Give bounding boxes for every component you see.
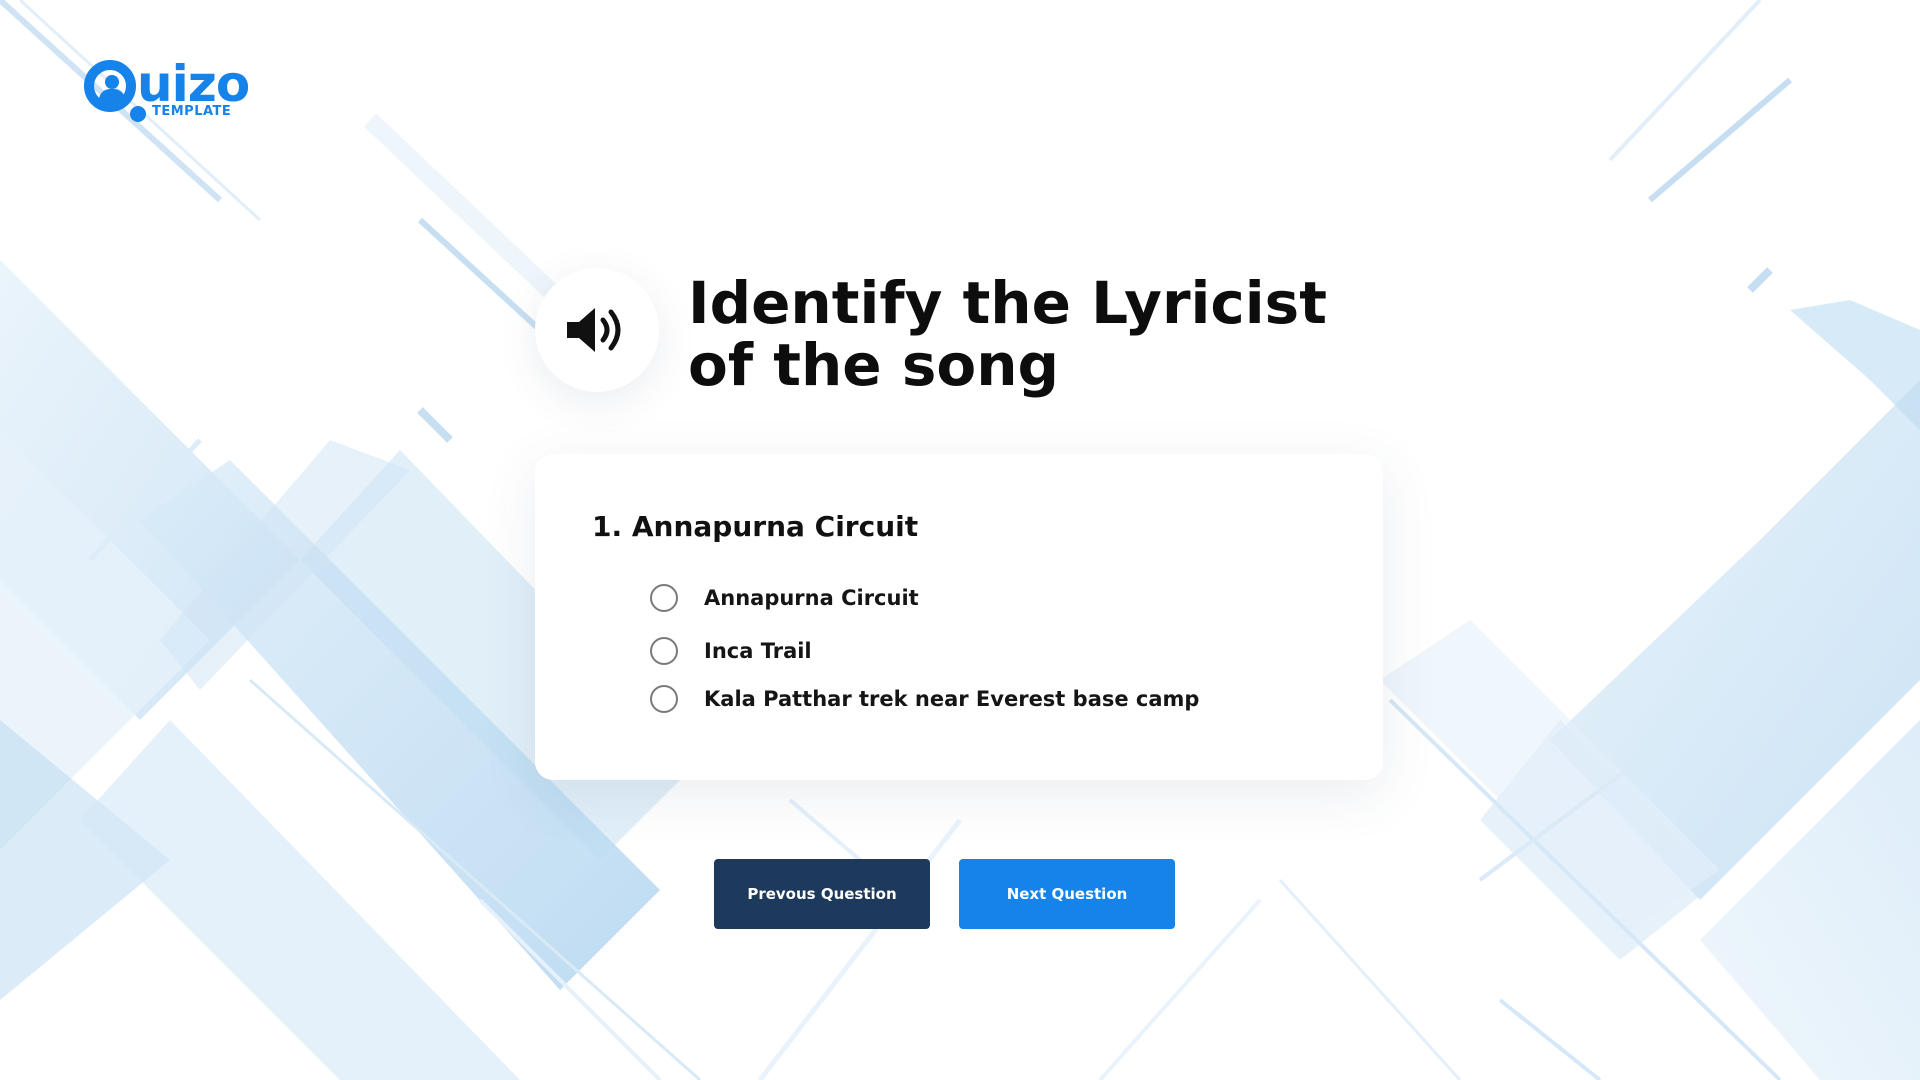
radio-button[interactable] xyxy=(650,685,678,713)
question-heading: 1. Annapurna Circuit xyxy=(592,510,919,543)
logo-person-head xyxy=(105,75,119,89)
answer-option-annapurna-circuit[interactable]: Annapurna Circuit xyxy=(650,584,919,612)
answer-option-label: Annapurna Circuit xyxy=(704,586,919,610)
logo-q-person-icon xyxy=(84,60,146,122)
question-title: Identify the Lyricist of the song xyxy=(688,269,1327,399)
answer-card: 1. Annapurna Circuit xyxy=(535,454,1383,780)
answer-option-inca-trail[interactable]: Inca Trail xyxy=(650,637,812,665)
logo-subtitle: TEMPLATE xyxy=(152,104,232,119)
radio-button[interactable] xyxy=(650,584,678,612)
quizo-logo: uizo TEMPLATE xyxy=(84,52,264,132)
next-question-button[interactable]: Next Question xyxy=(959,859,1175,929)
logo-q-tail xyxy=(130,106,146,122)
radio-button[interactable] xyxy=(650,637,678,665)
speaker-volume-icon xyxy=(567,308,621,352)
play-audio-button[interactable] xyxy=(535,268,659,392)
answer-option-label: Kala Patthar trek near Everest base camp xyxy=(704,687,1200,711)
logo-brand-text: uizo xyxy=(137,55,250,113)
previous-question-button[interactable]: Prevous Question xyxy=(714,859,930,929)
logo-person-body xyxy=(99,89,125,103)
answer-option-label: Inca Trail xyxy=(704,639,812,663)
answer-option-kala-patthar[interactable]: Kala Patthar trek near Everest base camp xyxy=(650,685,1199,713)
